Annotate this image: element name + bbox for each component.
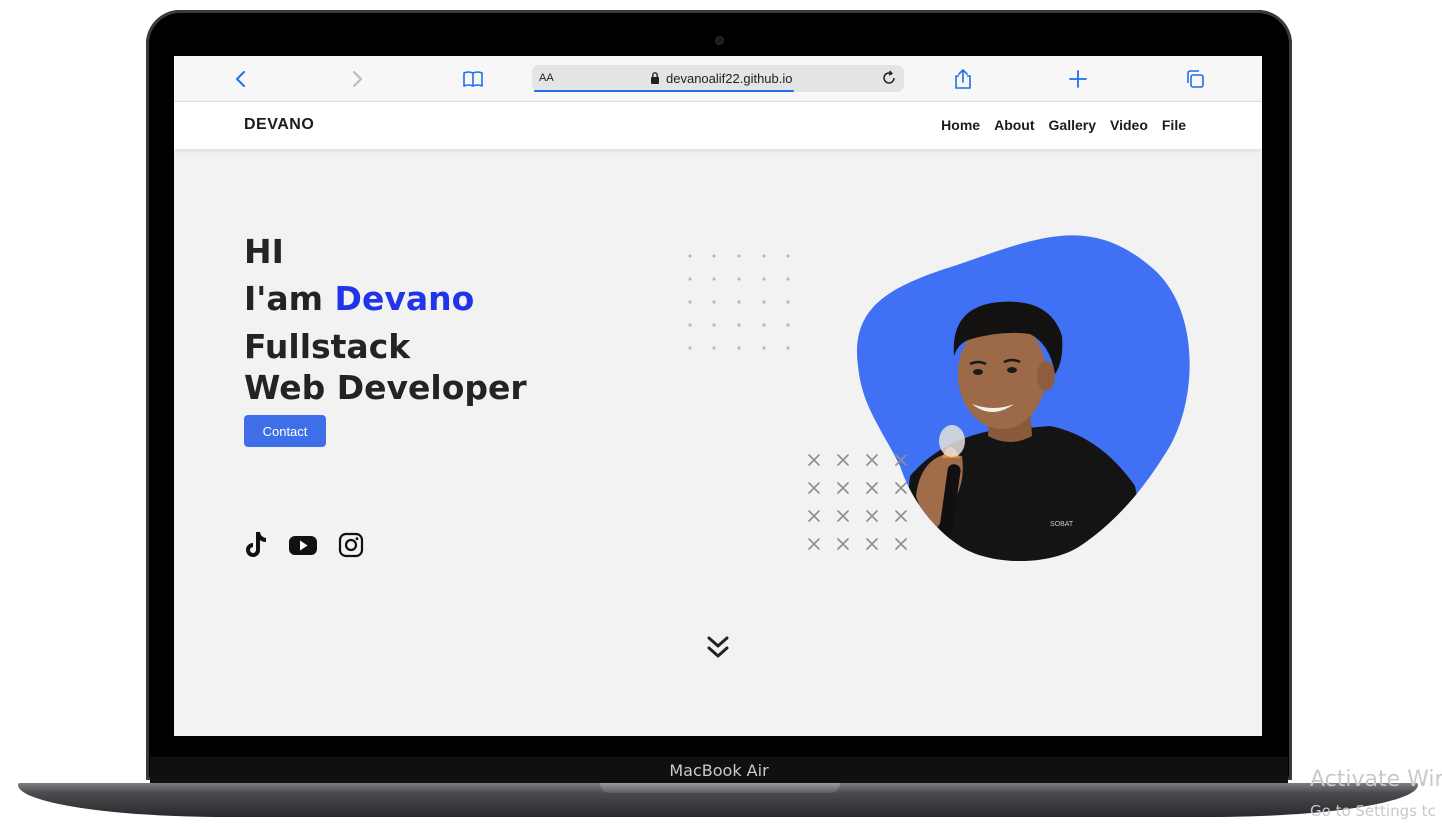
activation-watermark-title: Activate Wir	[1310, 767, 1442, 792]
activation-watermark-subtitle: Go to Settings tc	[1310, 802, 1436, 820]
page-load-progress	[534, 90, 795, 92]
device-label: MacBook Air	[669, 761, 769, 780]
forward-icon[interactable]	[346, 68, 368, 90]
nav-gallery[interactable]: Gallery	[1049, 117, 1096, 133]
back-icon[interactable]	[230, 68, 252, 90]
hero-intro-prefix: I'am	[244, 279, 324, 318]
bookmarks-icon[interactable]	[462, 68, 484, 90]
youtube-icon[interactable]	[288, 530, 318, 560]
webcam	[715, 36, 724, 45]
lock-icon	[651, 72, 659, 84]
scroll-down-icon[interactable]	[705, 634, 731, 662]
nav-about[interactable]: About	[994, 117, 1034, 133]
laptop-chin: MacBook Air	[150, 757, 1288, 783]
site-navbar: DEVANO Home About Gallery Video File	[174, 102, 1262, 149]
new-tab-icon[interactable]	[1067, 68, 1089, 90]
instagram-icon[interactable]	[338, 530, 364, 560]
hero-greeting: HI	[244, 232, 284, 271]
laptop-notch	[600, 783, 840, 793]
tiktok-icon[interactable]	[244, 530, 268, 560]
hero-role-line1: Fullstack	[244, 327, 411, 366]
decor-cross-grid	[808, 454, 907, 550]
hero-name: Devano	[334, 279, 475, 318]
nav-links: Home About Gallery Video File	[941, 117, 1186, 133]
nav-home[interactable]: Home	[941, 117, 980, 133]
share-icon[interactable]	[952, 68, 974, 90]
address-bar[interactable]: AA devanoalif22.github.io	[532, 65, 904, 92]
site-brand[interactable]: DEVANO	[244, 116, 314, 134]
browser-screen: AA devanoalif22.github.io DEVANO Home Ab…	[174, 56, 1262, 736]
reload-icon[interactable]	[880, 69, 898, 87]
nav-file[interactable]: File	[1162, 117, 1186, 133]
nav-video[interactable]: Video	[1110, 117, 1148, 133]
hero-role-line2: Web Developer	[244, 368, 527, 407]
hero-intro: I'am Devano	[244, 279, 474, 318]
contact-button[interactable]: Contact	[244, 415, 326, 447]
tabs-icon[interactable]	[1184, 68, 1206, 90]
svg-text:SOBAT: SOBAT	[1050, 521, 1074, 528]
text-size-button[interactable]: AA	[539, 72, 554, 84]
url-text[interactable]: devanoalif22.github.io	[666, 71, 793, 86]
browser-toolbar: AA devanoalif22.github.io	[174, 56, 1262, 102]
decor-dot-grid	[688, 254, 790, 350]
